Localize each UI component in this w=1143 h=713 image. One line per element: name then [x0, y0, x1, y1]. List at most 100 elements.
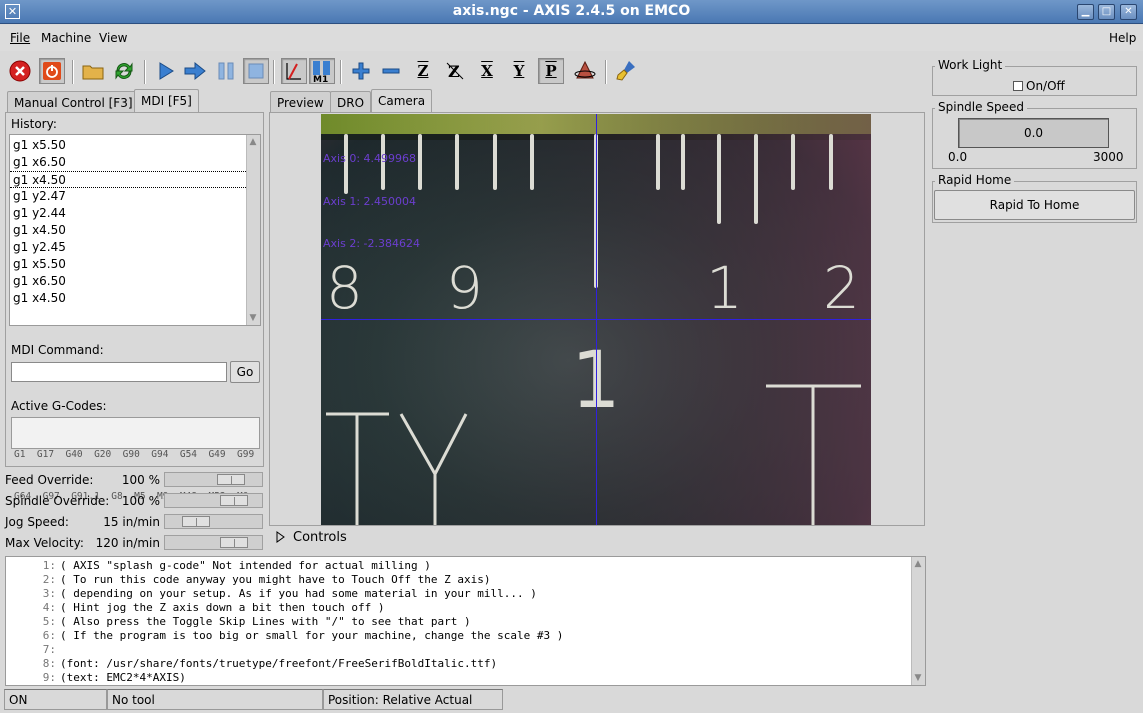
slider-thumb[interactable]	[220, 495, 248, 506]
menu-file[interactable]: File	[10, 31, 30, 45]
gcode-line[interactable]: 9: (text: EMC2*4*AXIS)	[6, 671, 563, 685]
menu-machine[interactable]: Machine	[41, 31, 91, 45]
tab-preview[interactable]: Preview	[270, 91, 331, 113]
override-slider[interactable]	[164, 472, 263, 487]
z2-label: Z	[448, 62, 460, 81]
tab-manual-control[interactable]: Manual Control [F3]	[7, 91, 140, 113]
tab-dro[interactable]: DRO	[330, 91, 372, 113]
zoom-out-icon[interactable]	[378, 58, 404, 84]
view-z-icon[interactable]: Z	[410, 58, 436, 84]
line-number: 9:	[42, 671, 56, 684]
line-number: 8:	[42, 657, 56, 670]
maximize-icon[interactable]: □	[1098, 4, 1115, 20]
history-list[interactable]: g1 x5.50 g1 x6.50 g1 x4.50 g1 y2.47 g1 y2.44…	[9, 134, 261, 326]
status-position: Position: Relative Actual	[323, 689, 503, 710]
history-item[interactable]: g1 x6.50	[10, 154, 246, 171]
menu-view[interactable]: View	[99, 31, 127, 45]
rapid-home-title: Rapid Home	[935, 173, 1015, 187]
work-light-checkbox[interactable]: On/Off	[1013, 79, 1065, 93]
history-label: History:	[11, 117, 57, 131]
override-label: Feed Override:	[5, 473, 94, 487]
checkbox-icon[interactable]	[1013, 81, 1023, 91]
step-icon[interactable]	[182, 58, 208, 84]
optional-stop-icon[interactable]: M1	[309, 58, 335, 84]
crosshair-horizontal	[321, 319, 871, 320]
gcode-line[interactable]: 4: ( Hint jog the Z axis down a bit then …	[6, 601, 563, 615]
close-icon[interactable]: ✕	[1120, 4, 1137, 20]
line-text: (text: EMC2*4*AXIS)	[60, 671, 186, 684]
mdi-command-label: MDI Command:	[11, 343, 104, 357]
tab-mdi[interactable]: MDI [F5]	[134, 89, 199, 113]
clear-plot-icon[interactable]	[614, 58, 640, 84]
history-scrollbar[interactable]: ▲ ▼	[246, 135, 260, 325]
minimize-icon[interactable]: ▁	[1077, 4, 1094, 20]
line-text: ( depending on your setup. As if you had…	[60, 587, 537, 600]
gcode-text[interactable]: 1: ( AXIS "splash g-code" Not intended fo…	[5, 556, 926, 686]
skip-lines-icon[interactable]	[281, 58, 307, 84]
triangle-right-icon	[276, 531, 285, 543]
go-button[interactable]: Go	[230, 361, 260, 383]
gcode-line[interactable]: 7:	[6, 643, 563, 657]
view-p-icon[interactable]: P	[538, 58, 564, 84]
mdi-command-input[interactable]	[11, 362, 227, 382]
history-item[interactable]: g1 x4.50	[10, 290, 246, 307]
tab-camera[interactable]: Camera	[371, 89, 433, 113]
history-item[interactable]: g1 x5.50	[10, 137, 246, 154]
spindle-speed-min: 0.0	[948, 150, 968, 164]
override-value: 15 in/min	[103, 515, 160, 529]
history-item[interactable]: g1 x4.50	[10, 171, 246, 188]
menu-help[interactable]: Help	[1109, 31, 1136, 45]
overrides: Feed Override: 100 % Spindle Override: 100 …	[0, 470, 266, 556]
estop-icon[interactable]	[7, 58, 33, 84]
slider-thumb[interactable]	[182, 516, 210, 527]
spindle-speed-title: Spindle Speed	[935, 100, 1027, 114]
view-y-icon[interactable]: Y	[506, 58, 532, 84]
override-label: Spindle Override:	[5, 494, 110, 508]
gcode-scrollbar[interactable]: ▲ ▼	[911, 557, 925, 685]
gcode-line[interactable]: 6: ( If the program is too big or small f…	[6, 629, 564, 643]
scale-number: 8	[326, 254, 363, 322]
history-item[interactable]: g1 y2.45	[10, 239, 246, 256]
mdi-panel: History: g1 x5.50 g1 x6.50 g1 x4.50 g1 y2.4…	[5, 112, 264, 502]
slider-thumb[interactable]	[220, 537, 248, 548]
history-item[interactable]: g1 x6.50	[10, 273, 246, 290]
override-slider[interactable]	[164, 514, 263, 529]
camera-view[interactable]: 8 9 1 2 1 Axis 0: 4.499968 Axis 1: 2.450…	[321, 114, 871, 525]
scroll-down-icon[interactable]: ▼	[912, 672, 924, 684]
slider-thumb[interactable]	[217, 474, 245, 485]
pause-icon[interactable]	[213, 58, 239, 84]
history-item[interactable]: g1 y2.44	[10, 205, 246, 222]
axis-0-readout: Axis 0: 4.499968	[323, 152, 417, 165]
open-folder-icon[interactable]	[80, 58, 106, 84]
rotate-icon[interactable]	[572, 58, 598, 84]
line-number: 3:	[42, 587, 56, 600]
reload-icon[interactable]	[111, 58, 137, 84]
run-icon[interactable]	[153, 58, 179, 84]
view-z2-icon[interactable]: Z	[442, 58, 468, 84]
controls-label: Controls	[293, 529, 347, 545]
stop-icon[interactable]	[243, 58, 269, 84]
work-light-title: Work Light	[935, 58, 1006, 72]
gcode-line[interactable]: 2: ( To run this code anyway you might ha…	[6, 573, 563, 587]
gcode-line[interactable]: 8: (font: /usr/share/fonts/truetype/freef…	[6, 657, 563, 671]
gcode-line[interactable]: 3: ( depending on your setup. As if you h…	[6, 587, 563, 601]
history-item[interactable]: g1 x5.50	[10, 256, 246, 273]
scroll-up-icon[interactable]: ▲	[247, 136, 259, 148]
override-value: 100 %	[121, 473, 160, 487]
override-slider[interactable]	[164, 535, 263, 550]
gcode-line[interactable]: 1: ( AXIS "splash g-code" Not intended fo…	[6, 559, 563, 573]
zoom-in-icon[interactable]	[348, 58, 374, 84]
scroll-down-icon[interactable]: ▼	[247, 312, 259, 324]
rapid-to-home-button[interactable]: Rapid To Home	[934, 190, 1135, 220]
power-icon[interactable]	[39, 58, 65, 84]
gcode-line[interactable]: 5: ( Also press the Toggle Skip Lines wit…	[6, 615, 563, 629]
view-x-icon[interactable]: X	[474, 58, 500, 84]
scroll-up-icon[interactable]: ▲	[912, 558, 924, 570]
override-slider[interactable]	[164, 493, 263, 508]
history-item[interactable]: g1 y2.47	[10, 188, 246, 205]
history-item[interactable]: g1 x4.50	[10, 222, 246, 239]
title-bar[interactable]: ✕ axis.ngc - AXIS 2.4.5 on EMCO ▁ □ ✕	[0, 0, 1143, 24]
controls-expander[interactable]: Controls	[276, 529, 347, 545]
left-tabs: Manual Control [F3] MDI [F5]	[6, 89, 264, 113]
line-text: ( To run this code anyway you might have…	[60, 573, 491, 586]
